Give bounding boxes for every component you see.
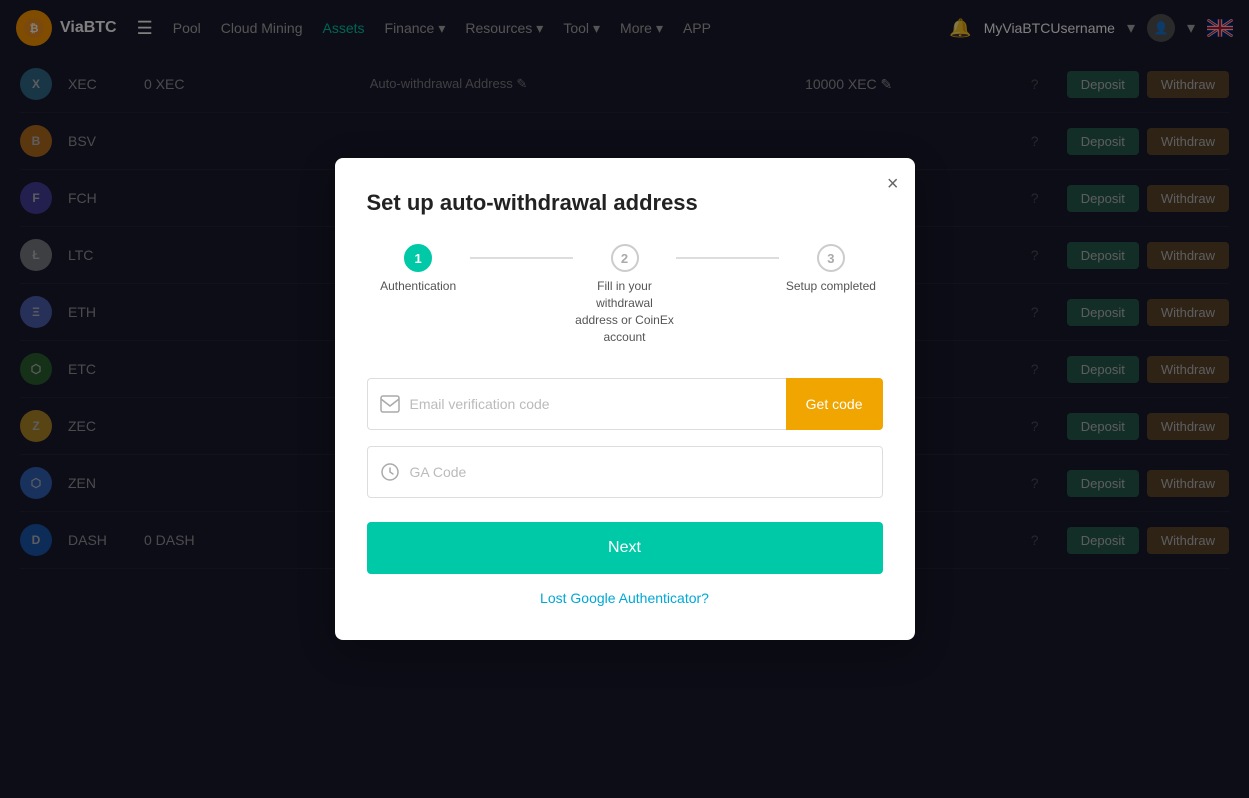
ga-field-wrapper [367, 446, 883, 498]
stepper-step-1: 1 Authentication [367, 244, 470, 295]
stepper-circle-1: 1 [404, 244, 432, 272]
email-row: Get code [367, 378, 883, 430]
modal-overlay: × Set up auto-withdrawal address 1 Authe… [0, 0, 1249, 798]
modal: × Set up auto-withdrawal address 1 Authe… [335, 158, 915, 639]
ga-icon [380, 462, 400, 482]
stepper-label-2: Fill in your withdrawal address or CoinE… [575, 278, 675, 345]
email-field-wrapper [367, 378, 786, 430]
lost-ga-link[interactable]: Lost Google Authenticator? [540, 590, 709, 606]
stepper-step-2: 2 Fill in your withdrawal address or Coi… [573, 244, 676, 345]
get-code-button[interactable]: Get code [786, 378, 883, 430]
email-icon [380, 395, 400, 413]
modal-close-button[interactable]: × [887, 174, 899, 194]
email-verification-input[interactable] [410, 396, 774, 412]
stepper-label-3: Setup completed [786, 278, 876, 295]
stepper-circle-2: 2 [611, 244, 639, 272]
next-button[interactable]: Next [367, 522, 883, 574]
stepper-line-1 [470, 257, 573, 259]
stepper-circle-3: 3 [817, 244, 845, 272]
stepper: 1 Authentication 2 Fill in your withdraw… [367, 244, 883, 345]
stepper-line-2 [676, 257, 779, 259]
stepper-step-3: 3 Setup completed [779, 244, 882, 295]
modal-title: Set up auto-withdrawal address [367, 190, 883, 216]
ga-code-input[interactable] [410, 464, 870, 480]
stepper-label-1: Authentication [380, 278, 456, 295]
